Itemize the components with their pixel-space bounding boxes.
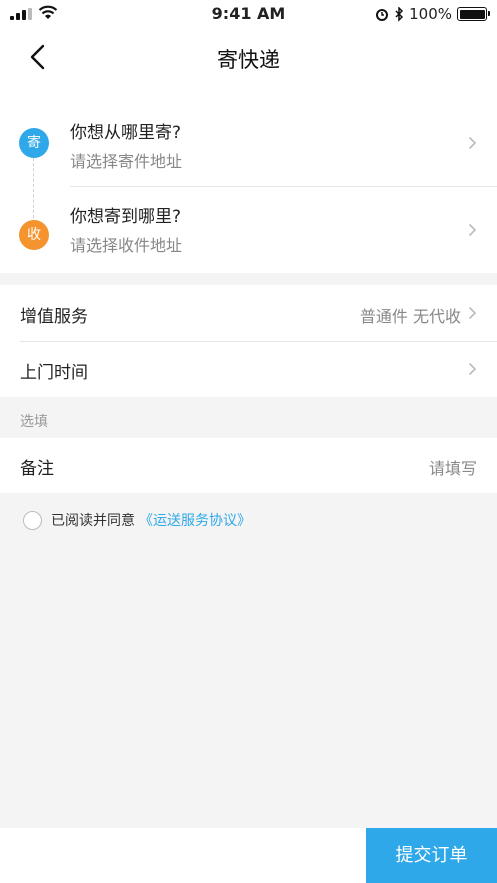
chevron-right-icon — [468, 306, 477, 320]
bottom-bar: 提交订单 — [0, 828, 497, 883]
page-title: 寄快递 — [217, 48, 280, 72]
agreement: 已阅读并同意 《运送服务协议》 — [23, 510, 251, 530]
pickup-time-row[interactable]: 上门时间 — [0, 341, 497, 397]
chevron-right-icon — [468, 136, 477, 150]
sender-placeholder: 请选择寄件地址 — [70, 152, 183, 171]
chevron-right-icon — [468, 223, 477, 237]
agreement-text: 已阅读并同意 — [51, 513, 135, 529]
chevron-right-icon — [468, 362, 477, 376]
remark-placeholder: 请填写 — [428, 459, 477, 478]
address-card: 寄 你想从哪里寄? 请选择寄件地址 收 你想寄到哪里? 请选择收件地址 — [0, 88, 497, 273]
status-right: 100% — [375, 5, 490, 23]
value-added-services-row[interactable]: 增值服务 普通件 无代收 — [0, 285, 497, 341]
services-label: 增值服务 — [20, 307, 88, 327]
bluetooth-icon — [395, 6, 404, 22]
optional-section-label: 选填 — [20, 414, 48, 430]
agreement-link[interactable]: 《运送服务协议》 — [139, 510, 251, 530]
status-bar: 9:41 AM 100% — [0, 0, 497, 28]
receiver-address-row[interactable]: 收 你想寄到哪里? 请选择收件地址 — [0, 187, 497, 273]
pickup-time-label: 上门时间 — [20, 363, 88, 383]
nav-bar: 寄快递 — [0, 28, 497, 88]
sender-title: 你想从哪里寄? — [70, 123, 182, 143]
receiver-placeholder: 请选择收件地址 — [70, 236, 183, 255]
remark-row[interactable]: 备注 请填写 — [0, 438, 497, 493]
agree-checkbox[interactable] — [23, 510, 42, 530]
options-list: 增值服务 普通件 无代收 上门时间 — [0, 285, 497, 397]
remark-label: 备注 — [20, 459, 54, 479]
services-value: 普通件 无代收 — [359, 307, 461, 326]
receiver-title: 你想寄到哪里? — [70, 207, 182, 227]
receiver-badge: 收 — [19, 220, 49, 250]
submit-order-button[interactable]: 提交订单 — [366, 828, 497, 883]
sender-address-row[interactable]: 寄 你想从哪里寄? 请选择寄件地址 — [0, 100, 497, 186]
sender-badge: 寄 — [19, 128, 49, 158]
alarm-icon — [376, 9, 389, 21]
battery-percent: 100% — [409, 5, 452, 23]
battery-icon — [457, 7, 490, 21]
